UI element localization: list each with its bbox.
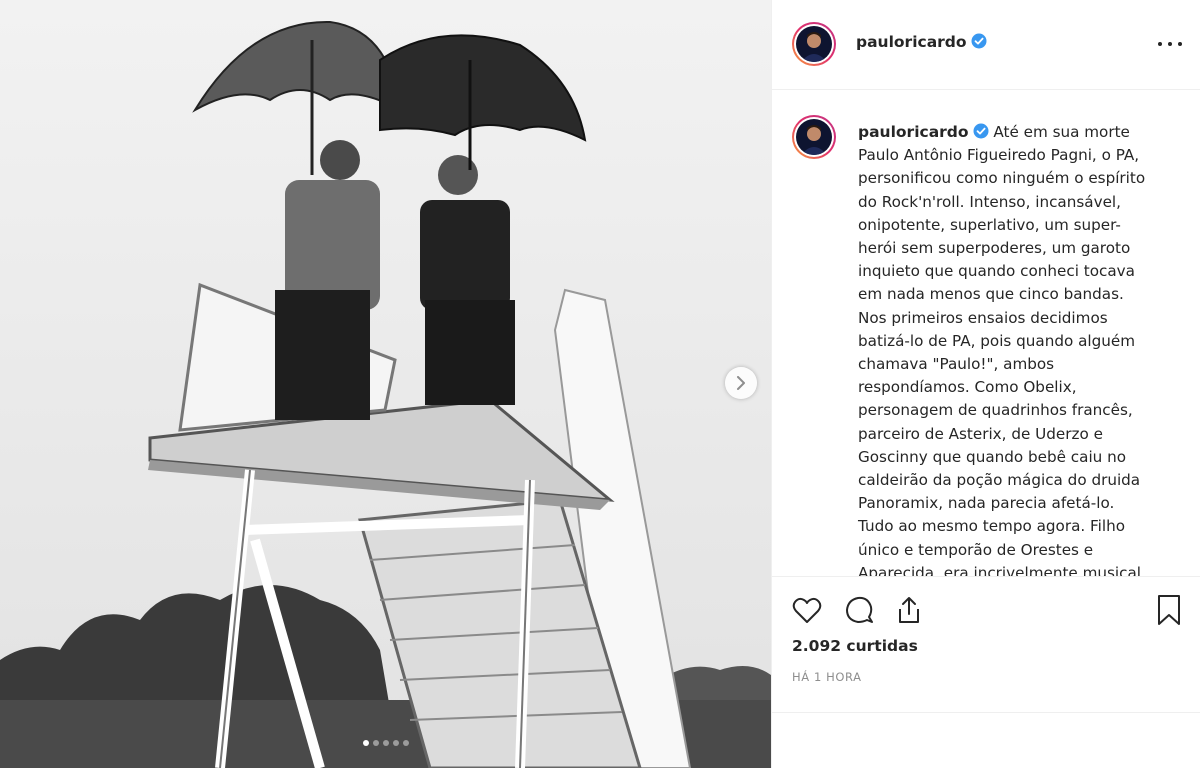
post-actions: 2.092 curtidas HÁ 1 HORA xyxy=(772,576,1200,696)
post-timestamp[interactable]: HÁ 1 HORA xyxy=(792,670,862,684)
more-options-button[interactable] xyxy=(1158,36,1182,52)
avatar[interactable] xyxy=(792,22,836,66)
avatar-image xyxy=(796,119,832,155)
save-button[interactable] xyxy=(1152,593,1186,627)
avatar-image xyxy=(796,26,832,62)
share-icon xyxy=(899,597,919,623)
like-button[interactable] xyxy=(790,593,824,627)
carousel-dot xyxy=(362,740,369,746)
carousel-dot xyxy=(372,740,379,746)
comment-input-area xyxy=(772,712,1200,768)
post-photo[interactable] xyxy=(0,0,771,768)
caption-username-link[interactable]: pauloricardo xyxy=(858,123,969,141)
more-options-icon xyxy=(1158,42,1162,46)
comment-icon xyxy=(846,596,873,623)
post-sidebar: pauloricardo pauloricardo Até em sua mor… xyxy=(772,0,1200,768)
post-caption: pauloricardo Até em sua morte Paulo Antô… xyxy=(858,121,1150,576)
verified-badge-icon xyxy=(973,123,989,139)
chevron-right-icon xyxy=(737,376,745,390)
username-text[interactable]: pauloricardo xyxy=(856,33,967,51)
carousel-dot xyxy=(382,740,389,746)
likes-count[interactable]: 2.092 curtidas xyxy=(792,637,918,655)
post-header: pauloricardo xyxy=(772,0,1200,90)
comment-button[interactable] xyxy=(842,593,876,627)
photo-two-people-umbrellas-lifeguard-tower xyxy=(0,0,771,768)
carousel-next-button[interactable] xyxy=(725,367,757,399)
carousel-indicator xyxy=(0,740,771,746)
username-link[interactable]: pauloricardo xyxy=(856,33,987,51)
caption-text: Até em sua morte Paulo Antônio Figueired… xyxy=(858,123,1146,576)
comments-section: pauloricardo Até em sua morte Paulo Antô… xyxy=(772,91,1200,576)
carousel-dot xyxy=(402,740,409,746)
avatar[interactable] xyxy=(792,115,836,159)
verified-badge-icon xyxy=(971,33,987,49)
share-button[interactable] xyxy=(892,593,926,627)
bookmark-icon xyxy=(1158,595,1180,625)
carousel-dot xyxy=(392,740,399,746)
heart-icon xyxy=(792,597,822,623)
